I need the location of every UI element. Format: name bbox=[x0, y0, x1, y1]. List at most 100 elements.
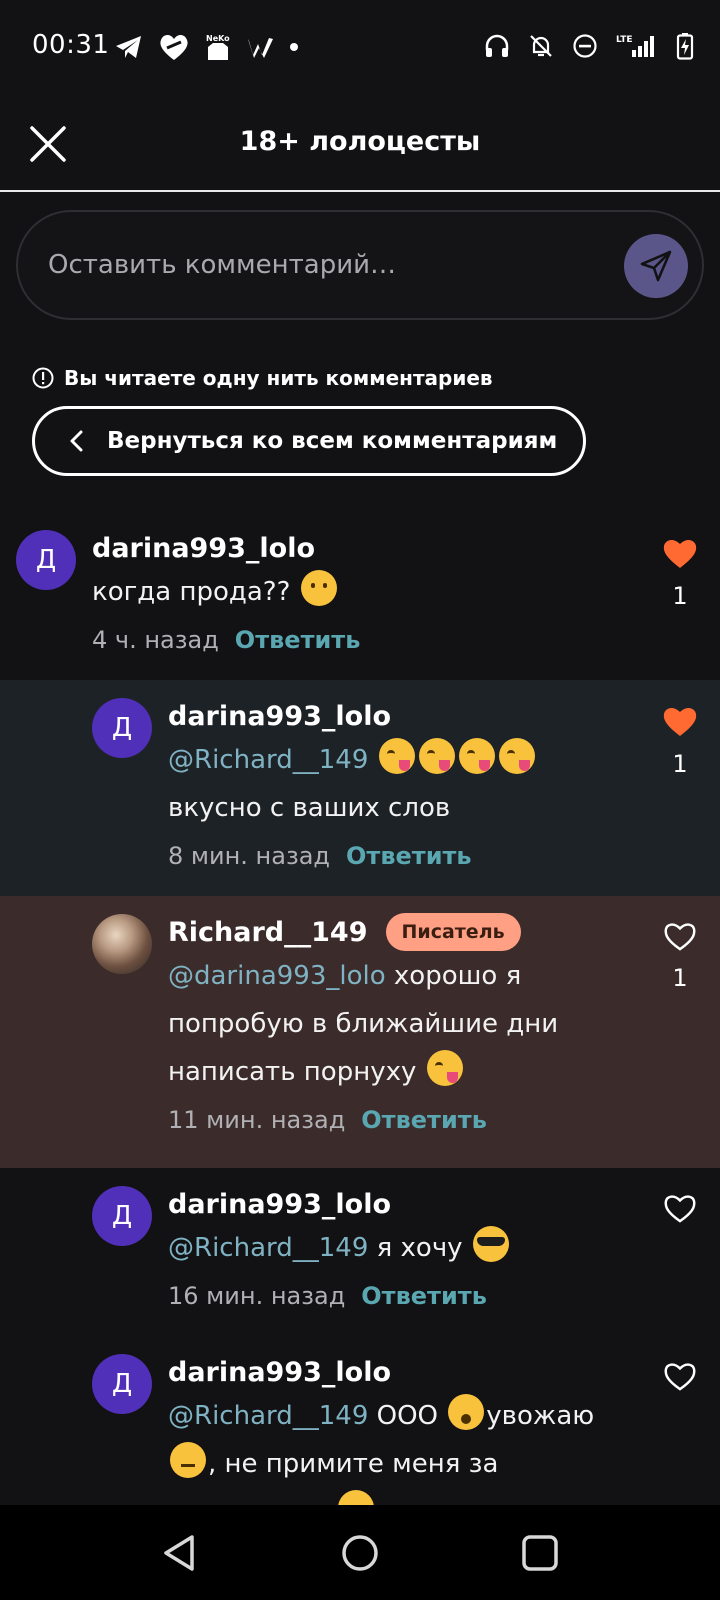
avatar-letter: Д bbox=[111, 1201, 133, 1231]
username[interactable]: darina993_lolo bbox=[92, 533, 315, 564]
avatar[interactable]: Д bbox=[16, 530, 76, 590]
wattpad-icon bbox=[248, 38, 273, 58]
avatar-letter: Д bbox=[35, 545, 57, 575]
comment-author: Richard__149 Писатель @darina993_lolo хор… bbox=[0, 896, 720, 1168]
avatar-photo[interactable] bbox=[92, 914, 152, 974]
mention-link[interactable]: @Richard__149 bbox=[168, 1401, 368, 1431]
heart-app-icon bbox=[160, 34, 188, 60]
home-icon[interactable] bbox=[338, 1531, 382, 1575]
yum-emoji bbox=[378, 738, 415, 774]
comment-text-line: написать порнуху bbox=[168, 1048, 630, 1096]
mention-link[interactable]: @Richard__149 bbox=[168, 1233, 368, 1263]
comment-text: @darina993_lolo хорошо я bbox=[168, 952, 630, 1000]
comment-meta: 8 мин. назад Ответить bbox=[168, 832, 630, 880]
comment-text: @Richard__149 bbox=[168, 736, 630, 784]
thread-notice: Вы читаете одну нить комментариев bbox=[32, 366, 493, 390]
raised-eyebrow-emoji bbox=[170, 1442, 206, 1478]
avatar[interactable]: Д bbox=[92, 698, 152, 758]
like-count: 1 bbox=[672, 582, 688, 610]
back-to-all-comments-button[interactable]: Вернуться ко всем комментариям bbox=[32, 406, 586, 476]
comment-text-content: написать порнуху bbox=[168, 1057, 417, 1087]
avatar[interactable]: Д bbox=[92, 1354, 152, 1414]
svg-text:NeKo: NeKo bbox=[206, 34, 230, 43]
back-icon[interactable] bbox=[158, 1531, 202, 1575]
comment-text-line: вкусно с ваших слов bbox=[168, 793, 451, 823]
avatar-letter: Д bbox=[111, 1369, 133, 1399]
comment-text-line-cut bbox=[168, 1488, 630, 1505]
heart-outline-icon[interactable] bbox=[662, 1192, 698, 1224]
info-icon bbox=[32, 367, 54, 389]
comment-text-content: , не примите меня за bbox=[208, 1449, 499, 1479]
telegram-icon bbox=[116, 36, 141, 58]
comment-text-content: когда прода?? bbox=[92, 577, 291, 607]
like-count: 1 bbox=[672, 750, 688, 778]
comment-root: Д darina993_lolo когда прода?? 4 ч. наза… bbox=[0, 512, 720, 680]
heart-outline-icon[interactable] bbox=[662, 1360, 698, 1392]
comment-meta: 16 мин. назад Ответить bbox=[168, 1272, 630, 1320]
heart-filled-icon[interactable] bbox=[661, 536, 699, 570]
username[interactable]: darina993_lolo bbox=[168, 701, 391, 732]
comment-meta: 11 мин. назад Ответить bbox=[168, 1096, 630, 1144]
comment-text-content: увожаю bbox=[486, 1401, 595, 1431]
yum-emoji bbox=[418, 738, 455, 774]
reply-button[interactable]: Ответить bbox=[346, 842, 472, 870]
header: 18+ лолоцесты bbox=[0, 96, 720, 192]
battery-icon bbox=[676, 33, 694, 60]
comment-text-content: я хочу bbox=[376, 1233, 463, 1263]
comment-time: 8 мин. назад bbox=[168, 842, 331, 870]
avatar-letter: Д bbox=[111, 713, 133, 743]
status-bar: 00:31 NeKo LTE bbox=[0, 0, 720, 96]
yum-emoji bbox=[426, 1050, 463, 1086]
comment-text-content: ООО bbox=[376, 1401, 439, 1431]
notification-icons: NeKo bbox=[114, 32, 298, 62]
comment-input[interactable]: Оставить комментарий… bbox=[16, 210, 704, 320]
reply-button[interactable]: Ответить bbox=[235, 626, 361, 654]
avatar[interactable]: Д bbox=[92, 1186, 152, 1246]
username[interactable]: darina993_lolo bbox=[168, 1189, 391, 1220]
comment-reply: Д darina993_lolo @Richard__149 вкусно с … bbox=[0, 680, 720, 896]
comment-reply: Д darina993_lolo @Richard__149 я хочу 16… bbox=[0, 1168, 720, 1336]
headphones-icon bbox=[485, 34, 509, 57]
yum-emoji bbox=[458, 738, 495, 774]
comment-input-placeholder: Оставить комментарий… bbox=[48, 250, 397, 280]
comment-reply: Д darina993_lolo @Richard__149 ООО увожа… bbox=[0, 1336, 720, 1505]
reply-button[interactable]: Ответить bbox=[361, 1282, 487, 1310]
recents-icon[interactable] bbox=[518, 1531, 562, 1575]
like-control[interactable]: 1 bbox=[660, 536, 700, 610]
thread-notice-text: Вы читаете одну нить комментариев bbox=[64, 366, 493, 390]
clock: 00:31 bbox=[32, 30, 110, 60]
comment-text-content: хорошо я bbox=[393, 961, 522, 991]
reply-button[interactable]: Ответить bbox=[361, 1106, 487, 1134]
back-to-all-comments-label: Вернуться ко всем комментариям bbox=[107, 428, 558, 454]
signal-icon: LTE bbox=[616, 35, 654, 57]
sunglasses-emoji bbox=[472, 1226, 509, 1262]
like-control[interactable] bbox=[660, 1192, 700, 1228]
system-nav-bar bbox=[0, 1505, 720, 1600]
chevron-left-icon bbox=[70, 430, 83, 452]
do-not-disturb-icon bbox=[573, 34, 597, 58]
like-control[interactable]: 1 bbox=[660, 704, 700, 778]
exploding-head-emoji bbox=[448, 1394, 485, 1430]
comment-time: 11 мин. назад bbox=[168, 1106, 346, 1134]
send-icon bbox=[640, 250, 672, 282]
heart-filled-icon[interactable] bbox=[661, 704, 699, 738]
mention-link[interactable]: @darina993_lolo bbox=[168, 961, 386, 991]
like-control[interactable] bbox=[660, 1360, 700, 1396]
system-icons: LTE bbox=[484, 32, 694, 60]
page-title: 18+ лолоцесты bbox=[239, 126, 481, 157]
writer-badge: Писатель bbox=[385, 913, 521, 951]
heart-outline-icon[interactable] bbox=[662, 920, 698, 952]
like-control[interactable]: 1 bbox=[660, 920, 700, 992]
send-button[interactable] bbox=[624, 234, 688, 298]
emoji bbox=[338, 1490, 374, 1505]
mention-link[interactable]: @Richard__149 bbox=[168, 745, 368, 775]
comment-text: @Richard__149 ООО увожаю bbox=[168, 1392, 630, 1440]
comment-text: @Richard__149 я хочу bbox=[168, 1224, 630, 1272]
username[interactable]: Richard__149 bbox=[168, 917, 368, 948]
comment-text-line: попробую в ближайшие дни bbox=[168, 1009, 559, 1039]
username[interactable]: darina993_lolo bbox=[168, 1357, 391, 1388]
comment-time: 4 ч. назад bbox=[92, 626, 219, 654]
comment-text-line: , не примите меня за bbox=[168, 1440, 630, 1488]
comment-meta: 4 ч. назад Ответить bbox=[92, 616, 630, 664]
neutral-face-emoji bbox=[300, 570, 337, 606]
